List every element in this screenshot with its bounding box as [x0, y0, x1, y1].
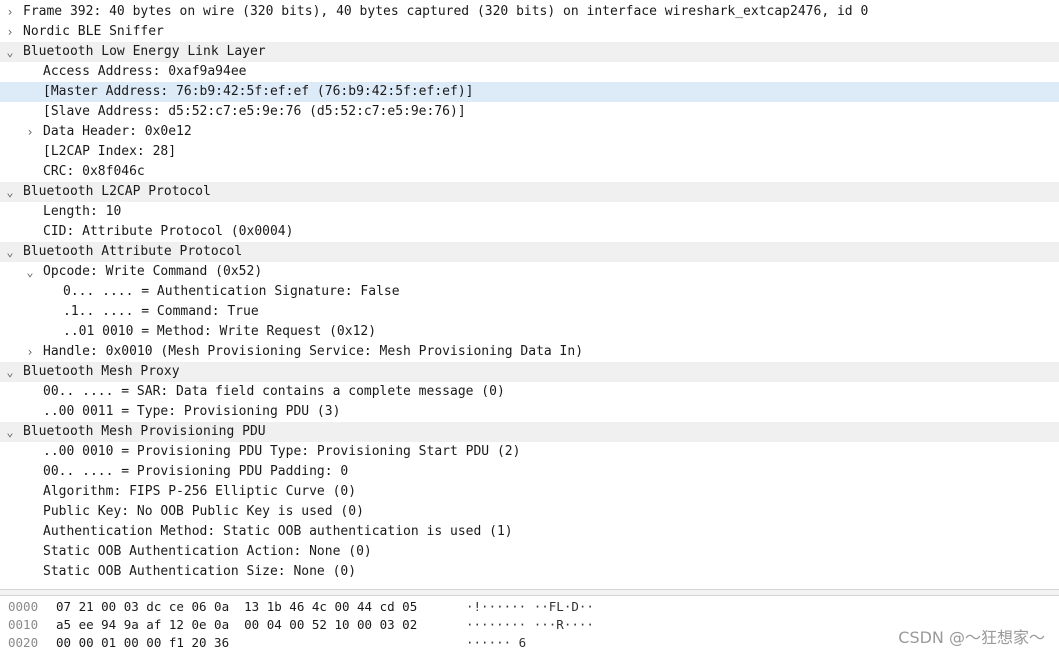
tree-row[interactable]: [Master Address: 76:b9:42:5f:ef:ef (76:b… — [0, 82, 1059, 102]
hex-bytes: a5 ee 94 9a af 12 0e 0a 00 04 00 52 10 0… — [56, 617, 418, 632]
hex-bytes: 00 00 01 00 00 f1 20 36 — [56, 635, 230, 650]
tree-row[interactable]: ..00 0010 = Provisioning PDU Type: Provi… — [0, 442, 1059, 462]
tree-row-label: Bluetooth Low Energy Link Layer — [23, 44, 266, 59]
tree-row[interactable]: [L2CAP Index: 28] — [0, 142, 1059, 162]
tree-row[interactable]: Length: 10 — [0, 202, 1059, 222]
tree-row-label: ..00 0011 = Type: Provisioning PDU (3) — [43, 404, 341, 419]
tree-row[interactable]: › Data Header: 0x0e12 — [0, 122, 1059, 142]
collapse-chevron-icon[interactable]: ⌄ — [4, 42, 16, 62]
tree-row-label: Opcode: Write Command (0x52) — [43, 264, 263, 279]
tree-row-label: ..00 0010 = Provisioning PDU Type: Provi… — [43, 444, 521, 459]
tree-row[interactable]: [Slave Address: d5:52:c7:e5:9e:76 (d5:52… — [0, 102, 1059, 122]
tree-row[interactable]: 00.. .... = SAR: Data field contains a c… — [0, 382, 1059, 402]
tree-row-label: Handle: 0x0010 (Mesh Provisioning Servic… — [43, 344, 584, 359]
tree-row-label: Nordic BLE Sniffer — [23, 24, 164, 39]
tree-row[interactable]: ⌄ Opcode: Write Command (0x52) — [0, 262, 1059, 282]
tree-row-label: 00.. .... = Provisioning PDU Padding: 0 — [43, 464, 349, 479]
tree-row[interactable]: 0... .... = Authentication Signature: Fa… — [0, 282, 1059, 302]
hex-offset: 0000 — [8, 599, 39, 614]
tree-row[interactable]: Static OOB Authentication Size: None (0) — [0, 562, 1059, 582]
tree-row-label: Algorithm: FIPS P-256 Elliptic Curve (0) — [43, 484, 357, 499]
tree-row-label: 00.. .... = SAR: Data field contains a c… — [43, 384, 505, 399]
tree-row-label: Access Address: 0xaf9a94ee — [43, 64, 247, 79]
collapse-chevron-icon[interactable]: ⌄ — [4, 242, 16, 262]
tree-row-label: Bluetooth Mesh Provisioning PDU — [23, 424, 266, 439]
tree-row-label: CRC: 0x8f046c — [43, 164, 145, 179]
protocol-header-row[interactable]: ⌄ Bluetooth Mesh Proxy — [0, 362, 1059, 382]
tree-row[interactable]: CID: Attribute Protocol (0x0004) — [0, 222, 1059, 242]
tree-row[interactable]: ..01 0010 = Method: Write Request (0x12) — [0, 322, 1059, 342]
collapse-chevron-icon[interactable]: ⌄ — [24, 262, 36, 282]
collapse-chevron-icon[interactable]: ⌄ — [4, 422, 16, 442]
tree-row-label: 0... .... = Authentication Signature: Fa… — [63, 284, 400, 299]
tree-row[interactable]: › Frame 392: 40 bytes on wire (320 bits),… — [0, 2, 1059, 22]
protocol-header-row[interactable]: ⌄ Bluetooth Low Energy Link Layer — [0, 42, 1059, 62]
tree-row-label: [L2CAP Index: 28] — [43, 144, 177, 159]
collapse-chevron-icon[interactable]: ⌄ — [4, 362, 16, 382]
tree-row[interactable]: Algorithm: FIPS P-256 Elliptic Curve (0) — [0, 482, 1059, 502]
hex-ascii: ·!······ ··FL·D·· — [466, 599, 594, 614]
protocol-header-row[interactable]: ⌄ Bluetooth L2CAP Protocol — [0, 182, 1059, 202]
expand-chevron-icon[interactable]: › — [24, 342, 36, 362]
tree-row[interactable]: .1.. .... = Command: True — [0, 302, 1059, 322]
expand-chevron-icon[interactable]: › — [4, 22, 16, 42]
tree-row[interactable]: Access Address: 0xaf9a94ee — [0, 62, 1059, 82]
tree-row-label: Authentication Method: Static OOB authen… — [43, 524, 513, 539]
tree-row-label: Static OOB Authentication Action: None (… — [43, 544, 372, 559]
hex-row[interactable]: 0000 07 21 00 03 dc ce 06 0a 13 1b 46 4c … — [0, 598, 1059, 616]
tree-row-label: .1.. .... = Command: True — [63, 304, 259, 319]
packet-details-tree: › Frame 392: 40 bytes on wire (320 bits),… — [0, 2, 1059, 582]
collapse-chevron-icon[interactable]: ⌄ — [4, 182, 16, 202]
tree-row[interactable]: ..00 0011 = Type: Provisioning PDU (3) — [0, 402, 1059, 422]
tree-row-label: Bluetooth Mesh Proxy — [23, 364, 180, 379]
tree-row-label: Frame 392: 40 bytes on wire (320 bits), … — [23, 4, 869, 19]
expand-chevron-icon[interactable]: › — [24, 122, 36, 142]
tree-row[interactable]: CRC: 0x8f046c — [0, 162, 1059, 182]
watermark: CSDN @～狂想家～ — [898, 628, 1045, 647]
tree-row[interactable]: › Nordic BLE Sniffer — [0, 22, 1059, 42]
protocol-header-row[interactable]: ⌄ Bluetooth Attribute Protocol — [0, 242, 1059, 262]
tree-row[interactable]: Public Key: No OOB Public Key is used (0… — [0, 502, 1059, 522]
tree-row-label: ..01 0010 = Method: Write Request (0x12) — [63, 324, 377, 339]
tree-row-label: Length: 10 — [43, 204, 122, 219]
protocol-header-row[interactable]: ⌄ Bluetooth Mesh Provisioning PDU — [0, 422, 1059, 442]
tree-row-label: Bluetooth Attribute Protocol — [23, 244, 243, 259]
tree-row-label: Data Header: 0x0e12 — [43, 124, 192, 139]
pane-splitter[interactable] — [0, 589, 1059, 596]
expand-chevron-icon[interactable]: › — [4, 2, 16, 22]
tree-row-label: Static OOB Authentication Size: None (0) — [43, 564, 357, 579]
tree-row-label: [Slave Address: d5:52:c7:e5:9e:76 (d5:52… — [43, 104, 466, 119]
hex-ascii: ······ 6 — [466, 635, 527, 650]
tree-row-label: [Master Address: 76:b9:42:5f:ef:ef (76:b… — [43, 84, 474, 99]
hex-offset: 0020 — [8, 635, 39, 650]
hex-bytes: 07 21 00 03 dc ce 06 0a 13 1b 46 4c 00 4… — [56, 599, 418, 614]
tree-row[interactable]: 00.. .... = Provisioning PDU Padding: 0 — [0, 462, 1059, 482]
tree-row-label: Bluetooth L2CAP Protocol — [23, 184, 211, 199]
tree-row-label: CID: Attribute Protocol (0x0004) — [43, 224, 294, 239]
hex-ascii: ········ ···R···· — [466, 617, 594, 632]
tree-row[interactable]: Authentication Method: Static OOB authen… — [0, 522, 1059, 542]
tree-row[interactable]: Static OOB Authentication Action: None (… — [0, 542, 1059, 562]
tree-row-label: Public Key: No OOB Public Key is used (0… — [43, 504, 364, 519]
hex-offset: 0010 — [8, 617, 39, 632]
tree-row[interactable]: › Handle: 0x0010 (Mesh Provisioning Servi… — [0, 342, 1059, 362]
